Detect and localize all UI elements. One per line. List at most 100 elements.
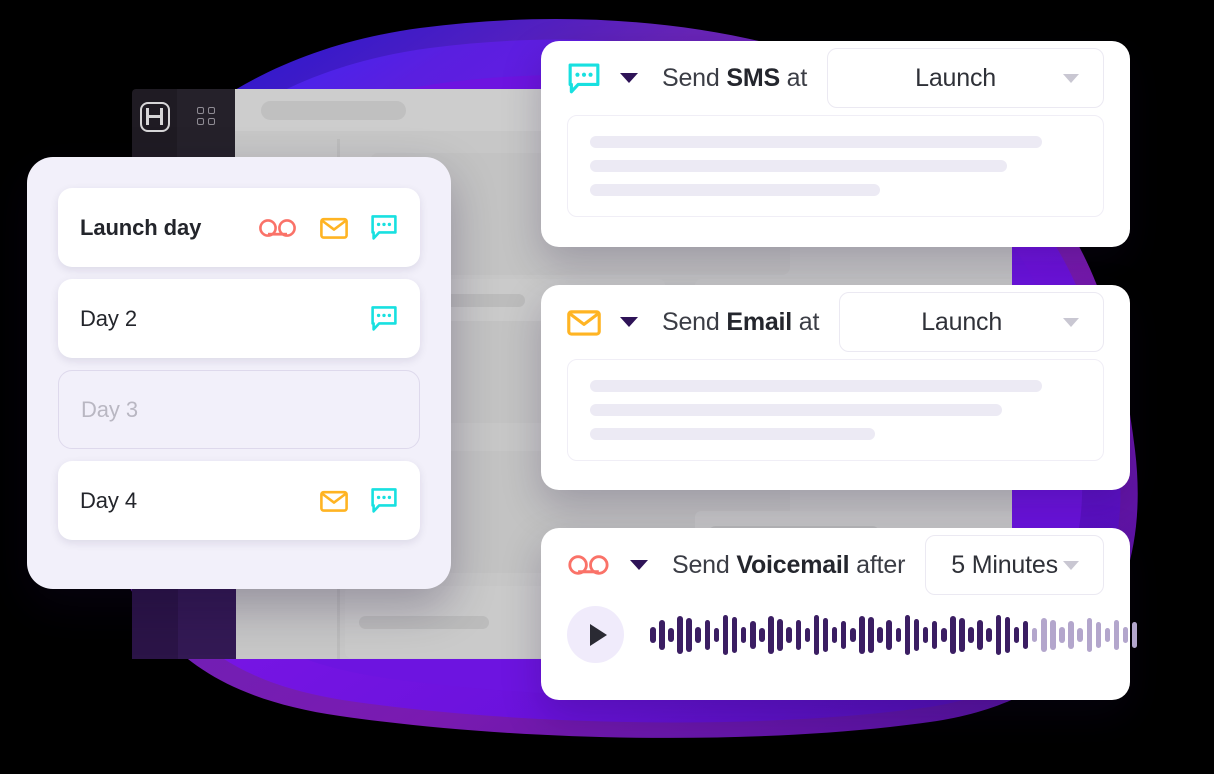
label-prefix: Send — [672, 550, 730, 579]
card-header: Send Voicemail after 5 Minutes — [541, 528, 1130, 602]
waveform-bar — [704, 619, 711, 650]
waveform-bar — [877, 626, 883, 643]
day-icon-group — [320, 487, 398, 514]
chevron-down-icon — [1063, 317, 1079, 327]
waveform-bar — [1068, 620, 1074, 649]
waveform-bar — [759, 627, 765, 642]
day-label: Day 4 — [80, 487, 137, 513]
email-icon[interactable] — [567, 308, 601, 337]
voicemail-icon[interactable] — [258, 217, 298, 239]
action-card-voicemail: Send Voicemail after 5 Minutes — [541, 528, 1138, 700]
waveform-bar — [986, 627, 992, 642]
sms-icon[interactable] — [370, 305, 398, 332]
topbar-title-placeholder — [261, 100, 406, 120]
waveform-bar — [931, 620, 938, 649]
hero-illustration: Launch day Day 2 Day 3 Day 4 Send SMS at… — [0, 0, 1214, 774]
day-icon-group — [258, 214, 398, 241]
card-title: Send SMS at — [662, 64, 807, 93]
action-card-sms: Send SMS at Launch — [541, 41, 1130, 247]
day-label: Day 2 — [80, 305, 137, 331]
message-preview[interactable] — [567, 115, 1104, 217]
chevron-down-icon — [1063, 73, 1079, 83]
waveform-bar — [831, 626, 838, 643]
waveform-bar — [1086, 617, 1092, 652]
label-suffix: after — [856, 550, 906, 579]
waveform-bar — [1004, 616, 1011, 653]
waveform-bar — [740, 626, 747, 643]
waveform-bar — [1050, 619, 1056, 650]
waveform-bar — [868, 616, 874, 653]
email-icon[interactable] — [320, 489, 348, 513]
waveform-bar — [731, 616, 738, 653]
grid-apps-icon — [197, 107, 215, 125]
card-title: Send Email at — [662, 308, 819, 337]
waveform-bar — [1059, 626, 1065, 643]
chevron-down-icon — [1063, 560, 1079, 570]
voicemail-player — [541, 606, 1138, 663]
waveform-bar — [659, 619, 665, 650]
days-panel: Launch day Day 2 Day 3 Day 4 — [27, 157, 451, 589]
label-suffix: at — [786, 63, 808, 92]
waveform-bar — [713, 627, 720, 642]
skeleton-text — [590, 136, 1042, 148]
skeleton-text — [590, 404, 1003, 416]
card-title: Send Voicemail after — [672, 551, 905, 580]
sms-icon[interactable] — [567, 62, 601, 95]
waveform-bar — [904, 614, 911, 655]
waveform-bar — [950, 615, 956, 654]
play-button[interactable] — [567, 606, 624, 663]
day-icon-group — [370, 305, 398, 332]
waveform-bar — [1022, 620, 1029, 649]
schedule-select[interactable]: Launch — [839, 292, 1104, 352]
label-channel: Voicemail — [736, 550, 850, 579]
waveform-bar — [1095, 621, 1102, 648]
select-value: Launch — [915, 63, 996, 92]
chevron-down-icon[interactable] — [620, 73, 638, 83]
schedule-select[interactable]: Launch — [827, 48, 1104, 108]
waveform-bar — [668, 627, 674, 642]
list-item[interactable]: Day 4 — [58, 461, 420, 540]
play-icon — [589, 623, 607, 646]
waveform-bar — [750, 620, 756, 649]
waveform-bar — [1041, 617, 1047, 652]
waveform-bar — [941, 627, 947, 642]
waveform-bar — [1131, 621, 1138, 648]
waveform-bar — [822, 617, 829, 652]
chevron-down-icon[interactable] — [620, 317, 638, 327]
list-item-empty[interactable]: Day 3 — [58, 370, 420, 449]
list-item[interactable]: Day 2 — [58, 279, 420, 358]
waveform-bar — [913, 618, 920, 651]
label-suffix: at — [798, 307, 820, 336]
waveform-bar — [786, 626, 792, 643]
label-prefix: Send — [662, 63, 720, 92]
sms-icon[interactable] — [370, 487, 398, 514]
sms-icon[interactable] — [370, 214, 398, 241]
list-item[interactable]: Launch day — [58, 188, 420, 267]
waveform-bar — [968, 626, 974, 643]
skeleton-text — [590, 380, 1042, 392]
waveform-bar — [922, 626, 929, 643]
waveform-bar — [1113, 619, 1120, 650]
skeleton-text — [590, 184, 880, 196]
waveform-bar — [959, 617, 965, 652]
email-icon[interactable] — [320, 216, 348, 240]
day-label: Day 3 — [81, 396, 138, 422]
waveform-bar — [1104, 627, 1111, 642]
message-preview[interactable] — [567, 359, 1104, 461]
waveform-bar — [695, 626, 701, 643]
waveform-bar — [859, 615, 865, 654]
chevron-down-icon[interactable] — [630, 560, 648, 570]
waveform-bar — [886, 619, 892, 650]
skeleton-text — [359, 615, 489, 629]
waveform-bar — [1031, 627, 1038, 642]
delay-select[interactable]: 5 Minutes — [925, 535, 1104, 595]
waveform-bar — [686, 617, 692, 652]
waveform-bar — [795, 619, 801, 650]
waveform-bar — [677, 615, 683, 654]
waveform-bar — [977, 619, 983, 650]
audio-waveform[interactable] — [650, 612, 1138, 658]
waveform-bar — [768, 615, 774, 654]
sidebar-rail2-bottom — [178, 585, 236, 659]
voicemail-icon[interactable] — [567, 553, 611, 577]
label-channel: Email — [726, 307, 793, 336]
